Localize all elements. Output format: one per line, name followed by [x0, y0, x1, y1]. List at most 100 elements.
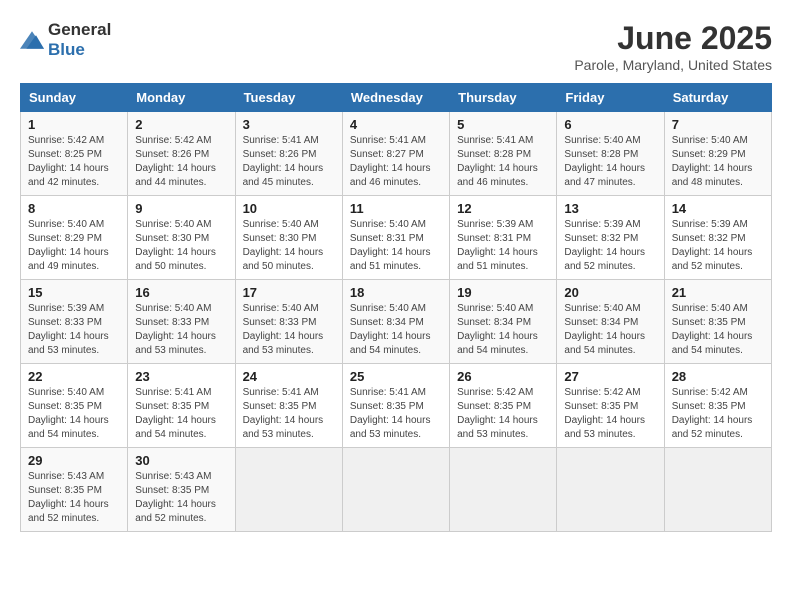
logo-general: General — [48, 20, 111, 39]
calendar-cell: 9 Sunrise: 5:40 AM Sunset: 8:30 PM Dayli… — [128, 196, 235, 280]
day-number: 9 — [135, 201, 227, 216]
calendar-cell: 12 Sunrise: 5:39 AM Sunset: 8:31 PM Dayl… — [450, 196, 557, 280]
day-info: Sunrise: 5:42 AM Sunset: 8:25 PM Dayligh… — [28, 134, 120, 190]
calendar-cell: 23 Sunrise: 5:41 AM Sunset: 8:35 PM Dayl… — [128, 364, 235, 448]
day-number: 29 — [28, 453, 120, 468]
day-info: Sunrise: 5:41 AM Sunset: 8:26 PM Dayligh… — [243, 134, 335, 190]
day-info: Sunrise: 5:40 AM Sunset: 8:35 PM Dayligh… — [672, 302, 764, 358]
day-info: Sunrise: 5:41 AM Sunset: 8:27 PM Dayligh… — [350, 134, 442, 190]
day-number: 1 — [28, 117, 120, 132]
day-number: 17 — [243, 285, 335, 300]
day-info: Sunrise: 5:40 AM Sunset: 8:34 PM Dayligh… — [457, 302, 549, 358]
day-info: Sunrise: 5:39 AM Sunset: 8:33 PM Dayligh… — [28, 302, 120, 358]
month-title: June 2025 — [574, 20, 772, 57]
calendar-cell: 13 Sunrise: 5:39 AM Sunset: 8:32 PM Dayl… — [557, 196, 664, 280]
calendar-header-row: Sunday Monday Tuesday Wednesday Thursday… — [21, 84, 772, 112]
day-number: 7 — [672, 117, 764, 132]
day-number: 30 — [135, 453, 227, 468]
calendar-week-row: 22 Sunrise: 5:40 AM Sunset: 8:35 PM Dayl… — [21, 364, 772, 448]
day-info: Sunrise: 5:40 AM Sunset: 8:34 PM Dayligh… — [350, 302, 442, 358]
calendar-cell: 17 Sunrise: 5:40 AM Sunset: 8:33 PM Dayl… — [235, 280, 342, 364]
day-number: 14 — [672, 201, 764, 216]
day-info: Sunrise: 5:40 AM Sunset: 8:35 PM Dayligh… — [28, 386, 120, 442]
calendar-cell: 1 Sunrise: 5:42 AM Sunset: 8:25 PM Dayli… — [21, 112, 128, 196]
calendar-cell: 14 Sunrise: 5:39 AM Sunset: 8:32 PM Dayl… — [664, 196, 771, 280]
calendar-cell: 11 Sunrise: 5:40 AM Sunset: 8:31 PM Dayl… — [342, 196, 449, 280]
day-number: 15 — [28, 285, 120, 300]
calendar-week-row: 1 Sunrise: 5:42 AM Sunset: 8:25 PM Dayli… — [21, 112, 772, 196]
day-number: 23 — [135, 369, 227, 384]
col-friday: Friday — [557, 84, 664, 112]
day-info: Sunrise: 5:40 AM Sunset: 8:30 PM Dayligh… — [243, 218, 335, 274]
calendar-cell — [557, 448, 664, 532]
day-number: 28 — [672, 369, 764, 384]
calendar-week-row: 8 Sunrise: 5:40 AM Sunset: 8:29 PM Dayli… — [21, 196, 772, 280]
day-info: Sunrise: 5:42 AM Sunset: 8:35 PM Dayligh… — [564, 386, 656, 442]
day-number: 2 — [135, 117, 227, 132]
location-title: Parole, Maryland, United States — [574, 57, 772, 73]
calendar-cell: 29 Sunrise: 5:43 AM Sunset: 8:35 PM Dayl… — [21, 448, 128, 532]
logo-blue: Blue — [48, 40, 85, 59]
day-number: 20 — [564, 285, 656, 300]
calendar-cell: 7 Sunrise: 5:40 AM Sunset: 8:29 PM Dayli… — [664, 112, 771, 196]
calendar-cell: 20 Sunrise: 5:40 AM Sunset: 8:34 PM Dayl… — [557, 280, 664, 364]
calendar-table: Sunday Monday Tuesday Wednesday Thursday… — [20, 83, 772, 532]
col-saturday: Saturday — [664, 84, 771, 112]
day-info: Sunrise: 5:43 AM Sunset: 8:35 PM Dayligh… — [135, 470, 227, 526]
day-info: Sunrise: 5:41 AM Sunset: 8:35 PM Dayligh… — [135, 386, 227, 442]
col-sunday: Sunday — [21, 84, 128, 112]
calendar-cell: 18 Sunrise: 5:40 AM Sunset: 8:34 PM Dayl… — [342, 280, 449, 364]
calendar-cell: 3 Sunrise: 5:41 AM Sunset: 8:26 PM Dayli… — [235, 112, 342, 196]
day-number: 26 — [457, 369, 549, 384]
calendar-cell: 19 Sunrise: 5:40 AM Sunset: 8:34 PM Dayl… — [450, 280, 557, 364]
day-info: Sunrise: 5:39 AM Sunset: 8:31 PM Dayligh… — [457, 218, 549, 274]
day-info: Sunrise: 5:42 AM Sunset: 8:35 PM Dayligh… — [672, 386, 764, 442]
calendar-cell: 6 Sunrise: 5:40 AM Sunset: 8:28 PM Dayli… — [557, 112, 664, 196]
calendar-cell: 26 Sunrise: 5:42 AM Sunset: 8:35 PM Dayl… — [450, 364, 557, 448]
day-info: Sunrise: 5:43 AM Sunset: 8:35 PM Dayligh… — [28, 470, 120, 526]
logo: General Blue — [20, 20, 111, 60]
day-number: 8 — [28, 201, 120, 216]
day-info: Sunrise: 5:41 AM Sunset: 8:35 PM Dayligh… — [243, 386, 335, 442]
day-number: 11 — [350, 201, 442, 216]
title-area: June 2025 Parole, Maryland, United State… — [574, 20, 772, 73]
day-info: Sunrise: 5:40 AM Sunset: 8:34 PM Dayligh… — [564, 302, 656, 358]
day-info: Sunrise: 5:40 AM Sunset: 8:28 PM Dayligh… — [564, 134, 656, 190]
day-number: 3 — [243, 117, 335, 132]
calendar-cell: 25 Sunrise: 5:41 AM Sunset: 8:35 PM Dayl… — [342, 364, 449, 448]
day-number: 18 — [350, 285, 442, 300]
calendar-cell — [235, 448, 342, 532]
day-number: 24 — [243, 369, 335, 384]
calendar-cell: 8 Sunrise: 5:40 AM Sunset: 8:29 PM Dayli… — [21, 196, 128, 280]
day-number: 5 — [457, 117, 549, 132]
day-number: 21 — [672, 285, 764, 300]
day-number: 27 — [564, 369, 656, 384]
calendar-week-row: 29 Sunrise: 5:43 AM Sunset: 8:35 PM Dayl… — [21, 448, 772, 532]
calendar-week-row: 15 Sunrise: 5:39 AM Sunset: 8:33 PM Dayl… — [21, 280, 772, 364]
day-info: Sunrise: 5:40 AM Sunset: 8:33 PM Dayligh… — [243, 302, 335, 358]
day-info: Sunrise: 5:40 AM Sunset: 8:31 PM Dayligh… — [350, 218, 442, 274]
calendar-cell: 24 Sunrise: 5:41 AM Sunset: 8:35 PM Dayl… — [235, 364, 342, 448]
day-info: Sunrise: 5:39 AM Sunset: 8:32 PM Dayligh… — [672, 218, 764, 274]
calendar-cell — [664, 448, 771, 532]
calendar-cell: 21 Sunrise: 5:40 AM Sunset: 8:35 PM Dayl… — [664, 280, 771, 364]
day-number: 19 — [457, 285, 549, 300]
day-info: Sunrise: 5:40 AM Sunset: 8:29 PM Dayligh… — [28, 218, 120, 274]
day-info: Sunrise: 5:40 AM Sunset: 8:30 PM Dayligh… — [135, 218, 227, 274]
day-number: 25 — [350, 369, 442, 384]
calendar-cell: 4 Sunrise: 5:41 AM Sunset: 8:27 PM Dayli… — [342, 112, 449, 196]
col-thursday: Thursday — [450, 84, 557, 112]
day-number: 6 — [564, 117, 656, 132]
page-header: General Blue June 2025 Parole, Maryland,… — [20, 20, 772, 73]
col-monday: Monday — [128, 84, 235, 112]
day-info: Sunrise: 5:41 AM Sunset: 8:28 PM Dayligh… — [457, 134, 549, 190]
day-number: 12 — [457, 201, 549, 216]
calendar-cell — [342, 448, 449, 532]
day-number: 13 — [564, 201, 656, 216]
calendar-cell: 22 Sunrise: 5:40 AM Sunset: 8:35 PM Dayl… — [21, 364, 128, 448]
calendar-cell: 10 Sunrise: 5:40 AM Sunset: 8:30 PM Dayl… — [235, 196, 342, 280]
day-info: Sunrise: 5:42 AM Sunset: 8:35 PM Dayligh… — [457, 386, 549, 442]
col-wednesday: Wednesday — [342, 84, 449, 112]
calendar-cell: 2 Sunrise: 5:42 AM Sunset: 8:26 PM Dayli… — [128, 112, 235, 196]
calendar-cell: 5 Sunrise: 5:41 AM Sunset: 8:28 PM Dayli… — [450, 112, 557, 196]
